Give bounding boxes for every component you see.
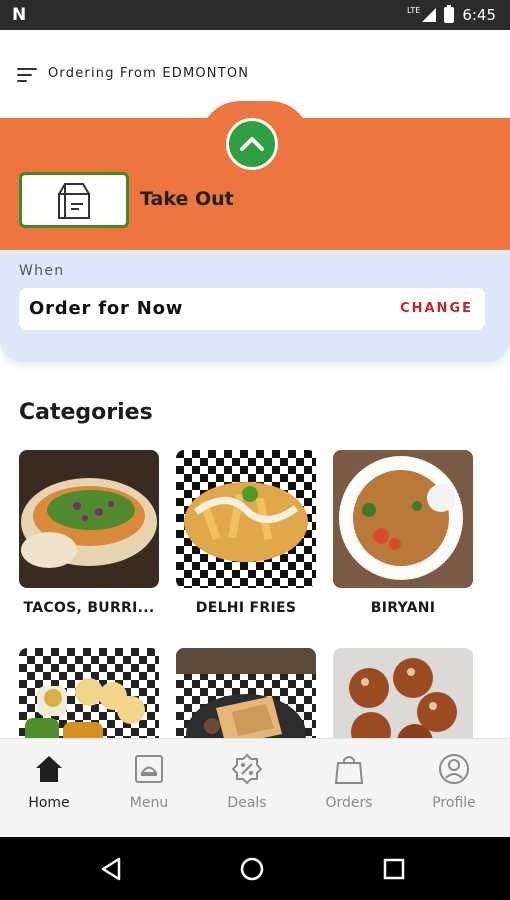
ordering-location: Ordering From EDMONTON — [48, 66, 250, 81]
hamburger-menu-icon[interactable] — [17, 68, 37, 84]
when-label: When — [19, 263, 65, 279]
nav-label: Profile — [432, 795, 476, 811]
home-icon — [36, 756, 62, 782]
order-type-label: Take Out — [140, 188, 234, 210]
takeout-bag-icon — [58, 183, 90, 219]
chevron-up-icon[interactable] — [226, 118, 278, 170]
system-navigation-bar — [0, 837, 510, 900]
change-button[interactable]: CHANGE — [400, 301, 473, 316]
nav-menu[interactable]: Menu — [109, 753, 189, 811]
clock: 6:45 — [462, 6, 496, 24]
carrier-logo: N — [12, 5, 27, 25]
biryani-photo — [333, 450, 473, 588]
category-tacos[interactable]: TACOS, BURRI... — [19, 450, 159, 616]
nav-home[interactable]: Home — [9, 753, 89, 811]
signal-icon — [422, 8, 437, 22]
nav-deals[interactable]: Deals — [207, 753, 287, 811]
bottom-navigation: Home Menu Deals Orders Profile — [0, 738, 510, 837]
nav-orders[interactable]: Orders — [309, 753, 389, 811]
category-label: BIRYANI — [370, 600, 436, 616]
category-label: TACOS, BURRI... — [23, 600, 155, 616]
shopping-bag-icon — [334, 756, 364, 784]
battery-icon — [444, 5, 455, 23]
menu-cloche-icon — [135, 755, 163, 783]
profile-icon — [439, 754, 469, 784]
category-label: DELHI FRIES — [195, 600, 297, 616]
percent-badge-icon — [231, 753, 263, 785]
tacos-photo — [19, 450, 159, 588]
nav-label: Orders — [325, 795, 373, 811]
order-time-selector[interactable]: Order for Now CHANGE — [19, 288, 485, 330]
status-bar: N LTE 6:45 — [0, 0, 510, 30]
nav-label: Deals — [227, 795, 267, 811]
when-panel: When Order for Now CHANGE — [0, 250, 510, 362]
network-type: LTE — [407, 5, 421, 15]
home-circle-icon[interactable] — [234, 851, 270, 887]
nav-label: Home — [28, 795, 70, 811]
recents-square-icon[interactable] — [376, 851, 412, 887]
category-biryani[interactable]: BIRYANI — [333, 450, 473, 616]
fries-photo — [176, 450, 316, 588]
nav-profile[interactable]: Profile — [414, 753, 494, 811]
take-out-option[interactable] — [19, 172, 129, 228]
back-triangle-icon[interactable] — [93, 851, 129, 887]
category-delhi-fries[interactable]: DELHI FRIES — [176, 450, 316, 616]
order-time-value: Order for Now — [29, 298, 184, 319]
categories-heading: Categories — [19, 400, 153, 425]
nav-label: Menu — [129, 795, 169, 811]
